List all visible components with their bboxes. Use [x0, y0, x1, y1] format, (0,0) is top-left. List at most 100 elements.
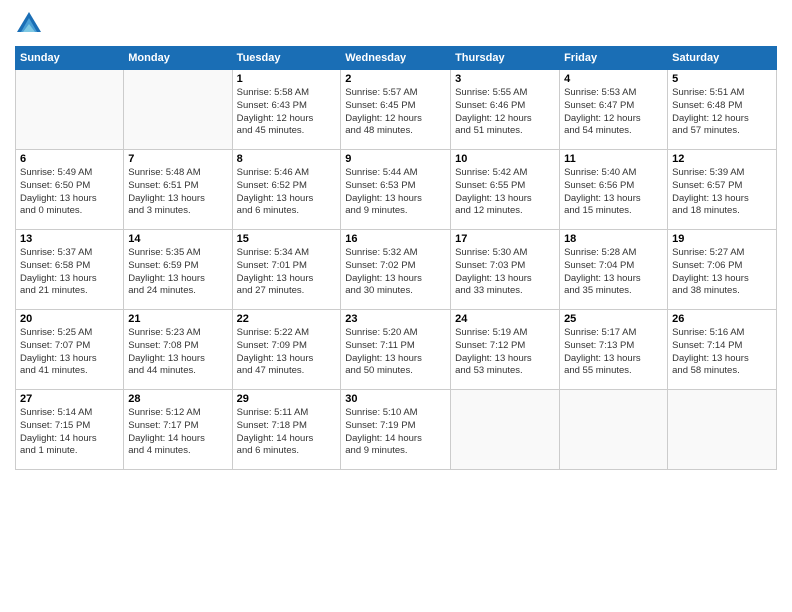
calendar-cell: 25 Sunrise: 5:17 AM Sunset: 7:13 PM Dayli… — [560, 310, 668, 390]
day-number: 10 — [455, 153, 555, 165]
day-info: Sunrise: 5:49 AM Sunset: 6:50 PM Dayligh… — [20, 167, 119, 218]
calendar-cell: 30 Sunrise: 5:10 AM Sunset: 7:19 PM Dayli… — [341, 390, 451, 470]
day-info: Sunrise: 5:39 AM Sunset: 6:57 PM Dayligh… — [672, 167, 772, 218]
day-info: Sunrise: 5:22 AM Sunset: 7:09 PM Dayligh… — [237, 327, 337, 378]
day-number: 26 — [672, 313, 772, 325]
calendar-cell: 24 Sunrise: 5:19 AM Sunset: 7:12 PM Dayli… — [451, 310, 560, 390]
day-number: 20 — [20, 313, 119, 325]
day-info: Sunrise: 5:32 AM Sunset: 7:02 PM Dayligh… — [345, 247, 446, 298]
day-info: Sunrise: 5:34 AM Sunset: 7:01 PM Dayligh… — [237, 247, 337, 298]
calendar-cell: 22 Sunrise: 5:22 AM Sunset: 7:09 PM Dayli… — [232, 310, 341, 390]
day-info: Sunrise: 5:53 AM Sunset: 6:47 PM Dayligh… — [564, 87, 663, 138]
day-info: Sunrise: 5:55 AM Sunset: 6:46 PM Dayligh… — [455, 87, 555, 138]
calendar-cell: 27 Sunrise: 5:14 AM Sunset: 7:15 PM Dayli… — [16, 390, 124, 470]
calendar-cell — [560, 390, 668, 470]
day-info: Sunrise: 5:51 AM Sunset: 6:48 PM Dayligh… — [672, 87, 772, 138]
day-number: 6 — [20, 153, 119, 165]
day-number: 4 — [564, 73, 663, 85]
day-info: Sunrise: 5:19 AM Sunset: 7:12 PM Dayligh… — [455, 327, 555, 378]
weekday-header: Sunday — [16, 47, 124, 70]
day-info: Sunrise: 5:37 AM Sunset: 6:58 PM Dayligh… — [20, 247, 119, 298]
logo — [15, 10, 47, 38]
day-info: Sunrise: 5:17 AM Sunset: 7:13 PM Dayligh… — [564, 327, 663, 378]
day-number: 28 — [128, 393, 227, 405]
day-number: 21 — [128, 313, 227, 325]
day-info: Sunrise: 5:16 AM Sunset: 7:14 PM Dayligh… — [672, 327, 772, 378]
calendar-cell: 13 Sunrise: 5:37 AM Sunset: 6:58 PM Dayli… — [16, 230, 124, 310]
day-number: 29 — [237, 393, 337, 405]
day-info: Sunrise: 5:20 AM Sunset: 7:11 PM Dayligh… — [345, 327, 446, 378]
day-number: 18 — [564, 233, 663, 245]
weekday-header: Tuesday — [232, 47, 341, 70]
day-info: Sunrise: 5:46 AM Sunset: 6:52 PM Dayligh… — [237, 167, 337, 218]
day-number: 16 — [345, 233, 446, 245]
day-info: Sunrise: 5:40 AM Sunset: 6:56 PM Dayligh… — [564, 167, 663, 218]
day-info: Sunrise: 5:30 AM Sunset: 7:03 PM Dayligh… — [455, 247, 555, 298]
calendar-week-row: 20 Sunrise: 5:25 AM Sunset: 7:07 PM Dayli… — [16, 310, 777, 390]
calendar-cell: 21Sunrise: 5:23 AM Sunset: 7:08 PM Dayli… — [124, 310, 232, 390]
calendar-week-row: 1 Sunrise: 5:58 AM Sunset: 6:43 PM Daylig… — [16, 70, 777, 150]
day-info: Sunrise: 5:58 AM Sunset: 6:43 PM Dayligh… — [237, 87, 337, 138]
day-number: 15 — [237, 233, 337, 245]
day-number: 3 — [455, 73, 555, 85]
page: SundayMondayTuesdayWednesdayThursdayFrid… — [0, 0, 792, 612]
calendar-cell: 5 Sunrise: 5:51 AM Sunset: 6:48 PM Daylig… — [668, 70, 777, 150]
day-number: 12 — [672, 153, 772, 165]
calendar-cell: 2 Sunrise: 5:57 AM Sunset: 6:45 PM Daylig… — [341, 70, 451, 150]
day-number: 22 — [237, 313, 337, 325]
calendar-cell — [668, 390, 777, 470]
day-number: 30 — [345, 393, 446, 405]
calendar-cell: 14Sunrise: 5:35 AM Sunset: 6:59 PM Dayli… — [124, 230, 232, 310]
day-info: Sunrise: 5:10 AM Sunset: 7:19 PM Dayligh… — [345, 407, 446, 458]
calendar-cell: 29 Sunrise: 5:11 AM Sunset: 7:18 PM Dayli… — [232, 390, 341, 470]
day-number: 5 — [672, 73, 772, 85]
day-info: Sunrise: 5:11 AM Sunset: 7:18 PM Dayligh… — [237, 407, 337, 458]
calendar-cell: 4 Sunrise: 5:53 AM Sunset: 6:47 PM Daylig… — [560, 70, 668, 150]
calendar-cell: 12 Sunrise: 5:39 AM Sunset: 6:57 PM Dayli… — [668, 150, 777, 230]
day-number: 13 — [20, 233, 119, 245]
calendar-cell: 26 Sunrise: 5:16 AM Sunset: 7:14 PM Dayli… — [668, 310, 777, 390]
day-info: Sunrise: 5:44 AM Sunset: 6:53 PM Dayligh… — [345, 167, 446, 218]
day-number: 23 — [345, 313, 446, 325]
calendar-cell — [124, 70, 232, 150]
calendar-table: SundayMondayTuesdayWednesdayThursdayFrid… — [15, 46, 777, 470]
calendar-cell: 1 Sunrise: 5:58 AM Sunset: 6:43 PM Daylig… — [232, 70, 341, 150]
weekday-header-row: SundayMondayTuesdayWednesdayThursdayFrid… — [16, 47, 777, 70]
calendar-week-row: 6 Sunrise: 5:49 AM Sunset: 6:50 PM Daylig… — [16, 150, 777, 230]
weekday-header: Wednesday — [341, 47, 451, 70]
day-number: 7 — [128, 153, 227, 165]
day-info: Sunrise: 5:57 AM Sunset: 6:45 PM Dayligh… — [345, 87, 446, 138]
day-info: Sunrise: 5:12 AM Sunset: 7:17 PM Dayligh… — [128, 407, 227, 458]
calendar-cell: 20 Sunrise: 5:25 AM Sunset: 7:07 PM Dayli… — [16, 310, 124, 390]
calendar-cell: 23 Sunrise: 5:20 AM Sunset: 7:11 PM Dayli… — [341, 310, 451, 390]
weekday-header: Monday — [124, 47, 232, 70]
day-info: Sunrise: 5:48 AM Sunset: 6:51 PM Dayligh… — [128, 167, 227, 218]
calendar-cell: 18 Sunrise: 5:28 AM Sunset: 7:04 PM Dayli… — [560, 230, 668, 310]
calendar-cell: 8Sunrise: 5:46 AM Sunset: 6:52 PM Daylig… — [232, 150, 341, 230]
calendar-week-row: 13 Sunrise: 5:37 AM Sunset: 6:58 PM Dayli… — [16, 230, 777, 310]
day-number: 19 — [672, 233, 772, 245]
day-number: 1 — [237, 73, 337, 85]
calendar-cell: 28 Sunrise: 5:12 AM Sunset: 7:17 PM Dayli… — [124, 390, 232, 470]
calendar-cell — [16, 70, 124, 150]
calendar-cell: 7 Sunrise: 5:48 AM Sunset: 6:51 PM Daylig… — [124, 150, 232, 230]
calendar-cell: 10 Sunrise: 5:42 AM Sunset: 6:55 PM Dayli… — [451, 150, 560, 230]
calendar-cell: 17Sunrise: 5:30 AM Sunset: 7:03 PM Dayli… — [451, 230, 560, 310]
logo-icon — [15, 10, 43, 38]
weekday-header: Friday — [560, 47, 668, 70]
day-number: 25 — [564, 313, 663, 325]
day-info: Sunrise: 5:25 AM Sunset: 7:07 PM Dayligh… — [20, 327, 119, 378]
day-number: 14 — [128, 233, 227, 245]
calendar-cell: 9Sunrise: 5:44 AM Sunset: 6:53 PM Daylig… — [341, 150, 451, 230]
day-info: Sunrise: 5:27 AM Sunset: 7:06 PM Dayligh… — [672, 247, 772, 298]
calendar-cell — [451, 390, 560, 470]
day-number: 27 — [20, 393, 119, 405]
day-info: Sunrise: 5:14 AM Sunset: 7:15 PM Dayligh… — [20, 407, 119, 458]
day-info: Sunrise: 5:42 AM Sunset: 6:55 PM Dayligh… — [455, 167, 555, 218]
calendar-cell: 16 Sunrise: 5:32 AM Sunset: 7:02 PM Dayli… — [341, 230, 451, 310]
calendar-cell: 6 Sunrise: 5:49 AM Sunset: 6:50 PM Daylig… — [16, 150, 124, 230]
day-info: Sunrise: 5:28 AM Sunset: 7:04 PM Dayligh… — [564, 247, 663, 298]
day-number: 2 — [345, 73, 446, 85]
header — [15, 10, 777, 38]
day-number: 24 — [455, 313, 555, 325]
